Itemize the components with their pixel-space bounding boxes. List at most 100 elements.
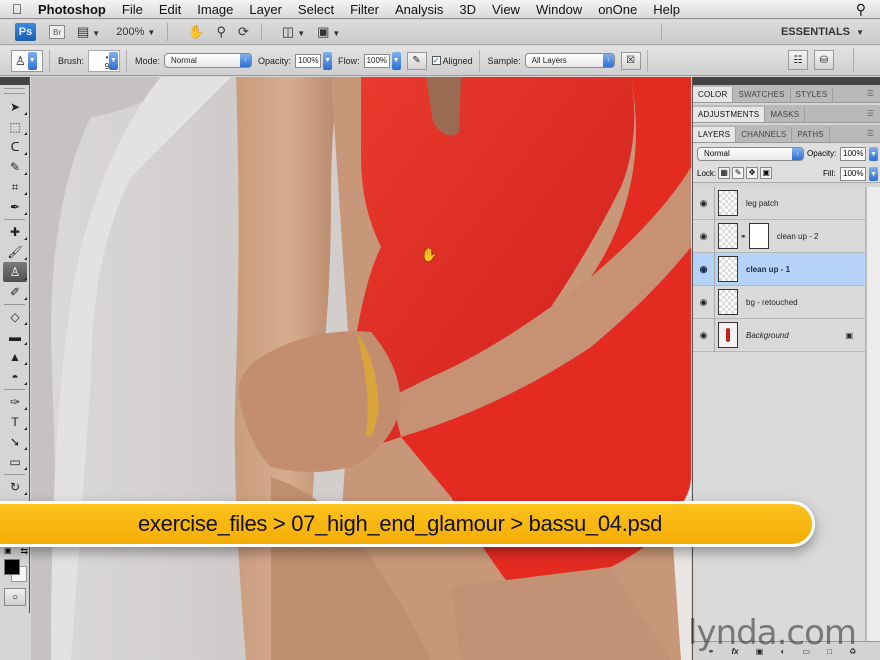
panel-menu-icon[interactable]: ☰ — [867, 89, 874, 98]
spot-healing-tool[interactable]: ✚ — [3, 222, 27, 242]
dodge-tool[interactable]: ◓ — [3, 367, 27, 387]
layer-row[interactable]: ◉ bg - retouched — [693, 285, 865, 319]
eraser-tool[interactable]: ◇ — [3, 307, 27, 327]
tab-paths[interactable]: PATHS — [792, 127, 830, 142]
tab-swatches[interactable]: SWATCHES — [733, 87, 791, 102]
shape-tool[interactable]: ▭ — [3, 452, 27, 472]
bridge-button[interactable]: Br — [49, 25, 65, 39]
layer-mask-thumbnail[interactable] — [748, 223, 769, 249]
chevron-down-icon[interactable]: ▼ — [109, 51, 119, 70]
layer-row[interactable]: ◉ clean up - 1 — [693, 252, 865, 286]
visibility-eye-icon[interactable]: ◉ — [693, 219, 715, 253]
zoom-level-dropdown[interactable]: 200% ▼ — [116, 26, 155, 38]
visibility-eye-icon[interactable]: ◉ — [693, 318, 715, 352]
marquee-tool[interactable]: ⬚ — [3, 117, 27, 137]
move-tool[interactable]: ➤ — [3, 97, 27, 117]
lock-position-icon[interactable]: ✥ — [746, 167, 759, 179]
flow-input[interactable]: 100% — [363, 53, 390, 68]
layer-opacity-input[interactable]: 100% — [840, 147, 866, 161]
tab-adjustments[interactable]: ADJUSTMENTS — [693, 107, 766, 122]
visibility-eye-icon[interactable]: ◉ — [693, 285, 715, 319]
quick-mask-button[interactable]: ○ — [4, 588, 26, 606]
default-colors-icon[interactable]: ▣ — [4, 546, 12, 555]
tab-layers[interactable]: LAYERS — [693, 127, 737, 142]
menu-app-name[interactable]: Photoshop — [34, 2, 114, 17]
lasso-tool[interactable]: ᑕ — [3, 137, 27, 157]
menu-image[interactable]: Image — [189, 2, 241, 17]
menu-layer[interactable]: Layer — [241, 2, 290, 17]
history-brush-tool[interactable]: ✐ — [3, 282, 27, 302]
tool-preset-picker[interactable]: ♙ ▼ — [11, 49, 43, 72]
layer-row[interactable]: ◉ ⚭ clean up - 2 — [693, 219, 865, 253]
toggle-brush-panel[interactable]: ⛁ — [814, 50, 834, 70]
view-extras-icon[interactable]: ▤ ▼ — [77, 24, 100, 40]
panel-dock-header[interactable] — [693, 77, 880, 85]
chevron-down-icon[interactable]: ▼ — [27, 51, 37, 70]
quick-selection-tool[interactable]: ✎ — [3, 157, 27, 177]
gradient-tool[interactable]: ▬ — [3, 327, 27, 347]
flow-slider-toggle[interactable]: ▼ — [391, 51, 401, 70]
crop-tool[interactable]: ⌗ — [3, 177, 27, 197]
menu-window[interactable]: Window — [528, 2, 590, 17]
clone-stamp-tool[interactable]: ♙ — [3, 262, 27, 282]
3d-rotate-tool[interactable]: ↻ — [3, 477, 27, 497]
tools-panel-grip[interactable] — [4, 88, 25, 94]
toggle-clone-source-panel[interactable]: ☷ — [788, 50, 808, 70]
airbrush-toggle[interactable]: ✎ — [406, 51, 427, 70]
menu-onone[interactable]: onOne — [590, 2, 645, 17]
apple-icon[interactable]:  — [0, 1, 34, 17]
zoom-tool-icon[interactable]: ⚲ — [216, 24, 226, 40]
aligned-checkbox[interactable]: ✓ Aligned — [431, 56, 473, 66]
blend-mode-select[interactable]: Normal ↕ — [697, 147, 804, 161]
hand-tool-icon[interactable]: ✋ — [188, 24, 204, 40]
separator — [853, 48, 854, 72]
rotate-view-icon[interactable]: ⟳ — [238, 24, 249, 40]
tools-panel-header[interactable] — [0, 77, 29, 85]
menu-view[interactable]: View — [484, 2, 528, 17]
menu-help[interactable]: Help — [645, 2, 688, 17]
workspace-switcher[interactable]: ESSENTIALS ▼ — [781, 26, 864, 38]
visibility-eye-icon[interactable]: ◉ — [693, 186, 715, 220]
opacity-input[interactable]: 100% — [295, 53, 322, 68]
sample-select[interactable]: All Layers ↕ — [524, 53, 615, 68]
lock-transparency-icon[interactable]: ▦ — [718, 167, 731, 179]
eyedropper-tool[interactable]: ✒ — [3, 197, 27, 217]
arrange-documents-icon[interactable]: ◫ ▼ — [282, 24, 305, 40]
tab-styles[interactable]: STYLES — [791, 87, 834, 102]
screen-mode-icon[interactable]: ▣ ▼ — [317, 24, 340, 40]
blur-tool[interactable]: ▲ — [3, 347, 27, 367]
layer-row[interactable]: ◉ Background ▣ — [693, 318, 865, 352]
tab-masks[interactable]: MASKS — [765, 107, 806, 122]
menu-analysis[interactable]: Analysis — [387, 2, 451, 17]
foreground-color-swatch[interactable] — [4, 559, 20, 575]
swap-colors-icon[interactable]: ⇆ — [20, 546, 28, 557]
menu-filter[interactable]: Filter — [342, 2, 387, 17]
mode-select[interactable]: Normal ↕ — [164, 53, 253, 68]
lock-all-icon[interactable]: ▣ — [760, 167, 773, 179]
ignore-adjustment-layers-toggle[interactable]: ☒ — [620, 51, 641, 70]
menu-3d[interactable]: 3D — [451, 2, 484, 17]
visibility-eye-icon[interactable]: ◉ — [693, 252, 715, 286]
lock-pixels-icon[interactable]: ✎ — [732, 167, 745, 179]
opacity-slider-toggle[interactable]: ▼ — [323, 51, 333, 70]
mask-link-icon[interactable]: ⚭ — [740, 232, 747, 241]
fill-slider-toggle[interactable]: ▼ — [869, 167, 878, 181]
layer-row[interactable]: ◉ leg patch — [693, 186, 865, 220]
type-tool[interactable]: T — [3, 412, 27, 432]
panel-menu-icon[interactable]: ☰ — [867, 109, 874, 118]
layer-opacity-slider-toggle[interactable]: ▼ — [869, 147, 878, 161]
fill-input[interactable]: 100% — [840, 167, 866, 181]
panel-menu-icon[interactable]: ☰ — [867, 129, 874, 138]
menu-file[interactable]: File — [114, 2, 151, 17]
tab-color[interactable]: COLOR — [693, 87, 734, 102]
menu-edit[interactable]: Edit — [151, 2, 189, 17]
brush-picker[interactable]: • 9 ▼ — [88, 49, 121, 72]
menu-select[interactable]: Select — [290, 2, 342, 17]
layers-scrollbar[interactable] — [866, 187, 880, 641]
document-canvas[interactable]: ✋ — [31, 77, 691, 660]
tab-channels[interactable]: CHANNELS — [736, 127, 793, 142]
brush-tool[interactable]: 🖌 — [3, 242, 27, 262]
spotlight-search-icon[interactable]: ⚲ — [856, 1, 866, 18]
pen-tool[interactable]: ✑ — [3, 392, 27, 412]
path-selection-tool[interactable]: ➘ — [3, 432, 27, 452]
